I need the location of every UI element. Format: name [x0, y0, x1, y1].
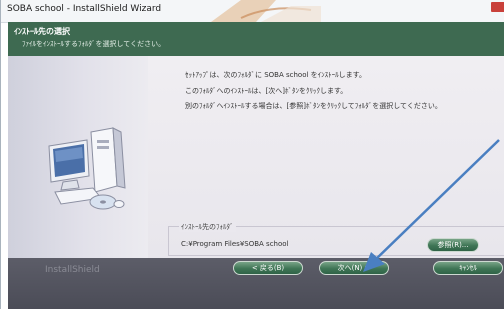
- next-button[interactable]: 次へ(N) >: [319, 261, 389, 275]
- destination-folder-label: ｲﾝｽﾄｰﾙ先のﾌｫﾙﾀﾞ: [179, 222, 236, 232]
- install-message-line-2: このﾌｫﾙﾀﾞへのｲﾝｽﾄｰﾙは、[次へ]ﾎﾞﾀﾝをｸﾘｯｸします。: [185, 87, 348, 95]
- install-message-line-1: ｾｯﾄｱｯﾌﾟは、次のﾌｫﾙﾀﾞに SOBA school をｲﾝｽﾄｰﾙします…: [185, 71, 366, 79]
- destination-folder-path: C:¥Program Files¥SOBA school: [181, 240, 289, 248]
- computer-icon: [48, 127, 126, 210]
- back-button[interactable]: < 戻る(B): [233, 261, 303, 275]
- header-band: ｲﾝｽﾄｰﾙ先の選択 ﾌｧｲﾙをｲﾝｽﾄｰﾙするﾌｫﾙﾀﾞを選択してください。: [8, 22, 504, 56]
- installer-window: SOBA school - InstallShield Wizard ｲﾝｽﾄｰ…: [0, 0, 504, 309]
- page-title: ｲﾝｽﾄｰﾙ先の選択: [14, 27, 70, 36]
- page-subtitle: ﾌｧｲﾙをｲﾝｽﾄｰﾙするﾌｫﾙﾀﾞを選択してください。: [22, 40, 166, 48]
- install-message-line-3: 別のﾌｫﾙﾀﾞへｲﾝｽﾄｰﾙする場合は、[参照]ﾎﾞﾀﾝをｸﾘｯｸしてﾌｫﾙﾀﾞ…: [185, 102, 442, 110]
- installshield-brand: InstallShield: [45, 265, 100, 275]
- brand-banner-icon: [211, 0, 321, 22]
- window-title: SOBA school - InstallShield Wizard: [7, 4, 162, 14]
- title-bar[interactable]: SOBA school - InstallShield Wizard: [1, 0, 504, 23]
- browse-button[interactable]: 参照(R)...: [427, 238, 479, 252]
- close-button[interactable]: [491, 2, 504, 12]
- cancel-button[interactable]: ｷｬﾝｾﾙ: [433, 261, 503, 275]
